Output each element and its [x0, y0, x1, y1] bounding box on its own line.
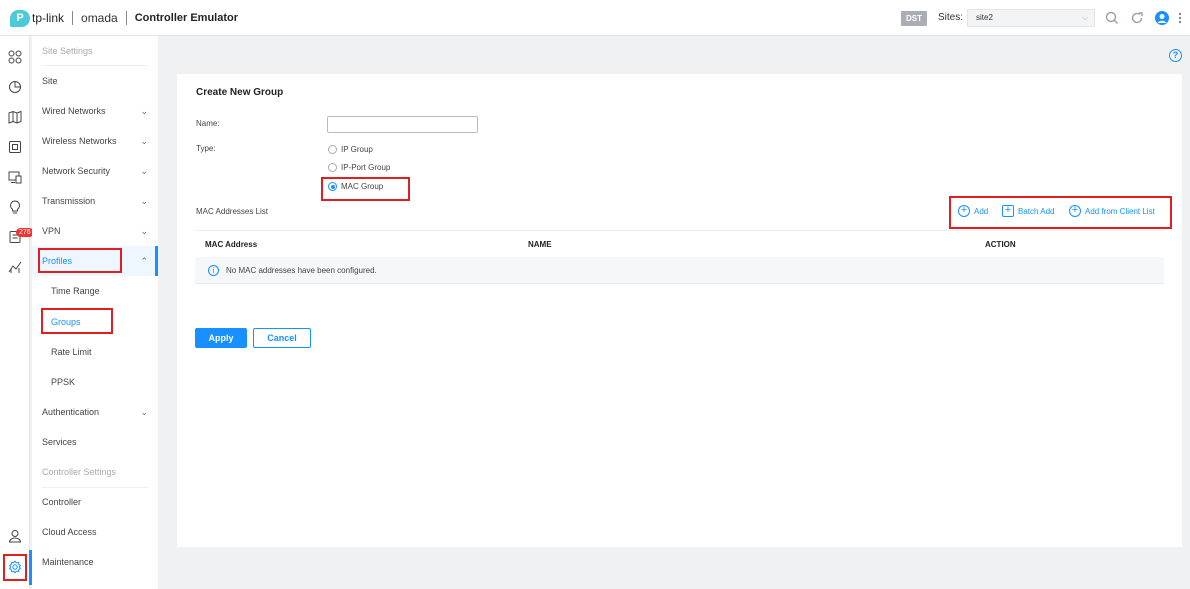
- divider: [42, 65, 148, 66]
- column-header-action: ACTION: [985, 240, 1016, 249]
- chevron-down-icon: ⌄: [140, 106, 148, 116]
- chevron-down-icon: ⌄: [140, 196, 148, 206]
- clients-icon[interactable]: [8, 170, 22, 184]
- sidebar-item-authentication[interactable]: Authentication: [42, 407, 99, 417]
- product-name: omada: [81, 11, 118, 25]
- info-icon: i: [208, 265, 219, 276]
- mac-group-highlight-box: [321, 177, 410, 201]
- profiles-highlight-box: [38, 248, 122, 273]
- help-icon[interactable]: ?: [1169, 49, 1182, 62]
- dashboard-icon[interactable]: [8, 50, 22, 64]
- chevron-down-icon: ⌄: [140, 226, 148, 236]
- site-select-value: site2: [976, 13, 993, 22]
- chevron-down-icon: ⌵: [1081, 13, 1088, 22]
- column-header-mac-address[interactable]: MAC Address: [205, 240, 257, 249]
- cancel-button[interactable]: Cancel: [253, 328, 311, 348]
- sidebar-item-services[interactable]: Services: [42, 437, 77, 447]
- map-icon[interactable]: [8, 110, 22, 124]
- sidebar-active-indicator: [155, 246, 158, 276]
- chevron-down-icon: ⌄: [140, 166, 148, 176]
- controller-settings-section-title: Controller Settings: [42, 467, 117, 477]
- insights-icon[interactable]: [8, 200, 22, 214]
- sidebar-item-ppsk[interactable]: PPSK: [51, 377, 75, 387]
- type-radio-ip-port-group[interactable]: IP-Port Group: [328, 163, 390, 172]
- apply-button[interactable]: Apply: [195, 328, 247, 348]
- brand-name: tp-link: [32, 11, 65, 25]
- radio-label: IP-Port Group: [341, 163, 391, 172]
- divider: [72, 11, 74, 25]
- sidebar-item-wireless-networks[interactable]: Wireless Networks: [42, 136, 117, 146]
- divider: [42, 487, 148, 488]
- more-icon[interactable]: [1176, 10, 1184, 26]
- dst-badge: DST: [901, 11, 927, 26]
- brand-logo[interactable]: P tp-link omada Controller Emulator: [10, 9, 238, 27]
- sidebar-item-controller[interactable]: Controller: [42, 497, 81, 507]
- actions-highlight-box: [949, 196, 1172, 229]
- sidebar-item-network-security[interactable]: Network Security: [42, 166, 110, 176]
- icon-rail: 276: [0, 36, 34, 589]
- chevron-down-icon: ⌄: [140, 136, 148, 146]
- sidebar-item-vpn[interactable]: VPN: [42, 226, 61, 236]
- devices-icon[interactable]: [8, 140, 22, 154]
- sidebar-item-site[interactable]: Site: [42, 76, 58, 86]
- groups-highlight-box: [41, 308, 113, 334]
- type-label: Type:: [196, 144, 216, 153]
- app-title: Controller Emulator: [134, 12, 239, 24]
- mac-table-header: MAC Address NAME ACTION: [195, 230, 1164, 256]
- sidebar-item-time-range[interactable]: Time Range: [51, 286, 100, 296]
- sidebar-item-maintenance[interactable]: Maintenance: [42, 557, 94, 567]
- tp-link-logo-icon: P: [10, 9, 30, 27]
- empty-message: No MAC addresses have been configured.: [226, 266, 377, 275]
- sidebar-item-wired-networks[interactable]: Wired Networks: [42, 106, 106, 116]
- settings-sidebar: Site Settings Site Wired Networks ⌄ Wire…: [32, 36, 158, 589]
- refresh-icon[interactable]: [1129, 10, 1145, 26]
- column-header-name[interactable]: NAME: [528, 240, 552, 249]
- name-label: Name:: [196, 119, 220, 128]
- form-title: Create New Group: [196, 87, 284, 98]
- mac-list-label: MAC Addresses List: [196, 207, 269, 216]
- divider: [125, 11, 127, 25]
- statistics-icon[interactable]: [8, 80, 22, 94]
- sites-label: Sites:: [938, 12, 964, 23]
- account-icon[interactable]: [8, 529, 22, 543]
- sidebar-item-cloud-access[interactable]: Cloud Access: [42, 527, 97, 537]
- name-input[interactable]: [327, 116, 478, 133]
- chevron-up-icon: ⌃: [140, 256, 148, 266]
- site-settings-section-title: Site Settings: [42, 46, 93, 56]
- radio-button[interactable]: [328, 145, 337, 154]
- chevron-down-icon: ⌄: [140, 407, 148, 417]
- radio-button[interactable]: [328, 163, 337, 172]
- user-avatar-icon[interactable]: [1154, 10, 1170, 26]
- top-bar: P tp-link omada Controller Emulator DST …: [0, 0, 1190, 36]
- sidebar-item-transmission[interactable]: Transmission: [42, 196, 95, 206]
- radio-label: IP Group: [341, 145, 373, 154]
- search-icon[interactable]: [1104, 10, 1120, 26]
- sidebar-item-rate-limit[interactable]: Rate Limit: [51, 347, 92, 357]
- mac-table-empty-row: i No MAC addresses have been configured.: [195, 257, 1164, 284]
- site-select[interactable]: site2 ⌵: [967, 9, 1095, 27]
- settings-gear-icon[interactable]: [8, 560, 22, 574]
- reports-icon[interactable]: [8, 260, 22, 274]
- type-radio-ip-group[interactable]: IP Group: [328, 145, 373, 154]
